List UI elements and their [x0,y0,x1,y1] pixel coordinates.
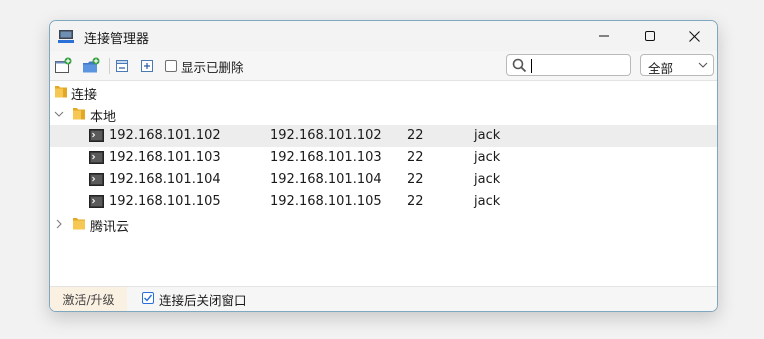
tree-root-node[interactable]: 连接 [50,81,717,103]
connection-port: 22 [407,150,424,165]
terminal-icon [89,173,104,186]
search-input[interactable] [531,57,625,73]
connection-user: jack [474,172,501,187]
filter-select[interactable]: 全部 [640,54,714,76]
connection-port: 22 [407,128,424,143]
folder-icon [55,86,67,98]
expand-all-icon [141,59,153,72]
terminal-icon [89,129,104,142]
minimize-button[interactable] [581,21,627,51]
close-button[interactable] [671,21,717,51]
show-deleted-label: 显示已删除 [181,60,244,75]
close-after-connect-checkbox[interactable] [142,292,154,304]
maximize-button[interactable] [627,21,673,51]
title-bar: 连接管理器 [50,21,717,51]
search-box[interactable] [506,54,631,76]
window-title: 连接管理器 [84,32,150,47]
folder-open-icon [73,108,85,120]
chevron-down-icon [698,62,708,68]
connection-host: 192.168.101.103 [270,150,382,165]
collapse-all-icon [116,59,128,72]
activate-upgrade-button[interactable]: 激活/升级 [50,287,127,311]
expand-all-button[interactable] [138,57,156,74]
chevron-down-icon[interactable] [54,109,64,119]
tree-root-label: 连接 [71,88,98,103]
new-connection-icon [55,57,72,73]
maximize-icon [644,30,655,41]
connection-port: 22 [407,172,424,187]
text-cursor [531,59,532,73]
filter-select-value: 全部 [648,61,674,76]
toolbar-separator [109,58,110,74]
connection-manager-window: 连接管理器 显示已删除 全部 连接 本地 192.168.101.102 192… [49,20,718,312]
show-deleted-checkbox[interactable] [165,60,177,72]
connection-name: 192.168.101.104 [109,172,221,187]
connection-name: 192.168.101.102 [109,128,221,143]
connection-user: jack [474,128,501,143]
connection-row[interactable]: 192.168.101.105 192.168.101.105 22 jack [50,191,717,213]
new-folder-icon [83,57,100,73]
connection-name: 192.168.101.103 [109,150,221,165]
new-folder-button[interactable] [82,57,100,74]
chevron-right-icon[interactable] [54,219,64,229]
connection-host: 192.168.101.102 [270,128,382,143]
connection-user: jack [474,150,501,165]
connection-name: 192.168.101.105 [109,194,221,209]
connection-port: 22 [407,194,424,209]
tree-group-local[interactable]: 本地 [50,103,717,125]
folder-icon [73,218,85,230]
search-icon [512,58,527,73]
terminal-icon [89,195,104,208]
toolbar: 显示已删除 全部 [50,51,717,81]
tree-group-label: 本地 [90,110,117,125]
tree-group-tencent-cloud[interactable]: 腾讯云 [50,213,717,235]
connection-row[interactable]: 192.168.101.102 192.168.101.102 22 jack [50,125,717,147]
connection-host: 192.168.101.105 [270,194,382,209]
collapse-all-button[interactable] [113,57,131,74]
connection-tree: 连接 本地 192.168.101.102 192.168.101.102 22… [50,81,717,286]
new-connection-button[interactable] [54,57,72,74]
close-after-connect-label: 连接后关闭窗口 [159,293,247,308]
close-icon [688,30,700,42]
checkmark-icon [144,294,153,302]
connection-row[interactable]: 192.168.101.104 192.168.101.104 22 jack [50,169,717,191]
tree-group-label: 腾讯云 [90,220,130,235]
minimize-icon [599,35,609,37]
status-bar: 激活/升级 连接后关闭窗口 [50,286,717,311]
activate-upgrade-label: 激活/升级 [62,292,115,307]
connection-row[interactable]: 192.168.101.103 192.168.101.103 22 jack [50,147,717,169]
terminal-icon [89,151,104,164]
connection-user: jack [474,194,501,209]
connection-host: 192.168.101.104 [270,172,382,187]
app-icon [58,30,74,43]
